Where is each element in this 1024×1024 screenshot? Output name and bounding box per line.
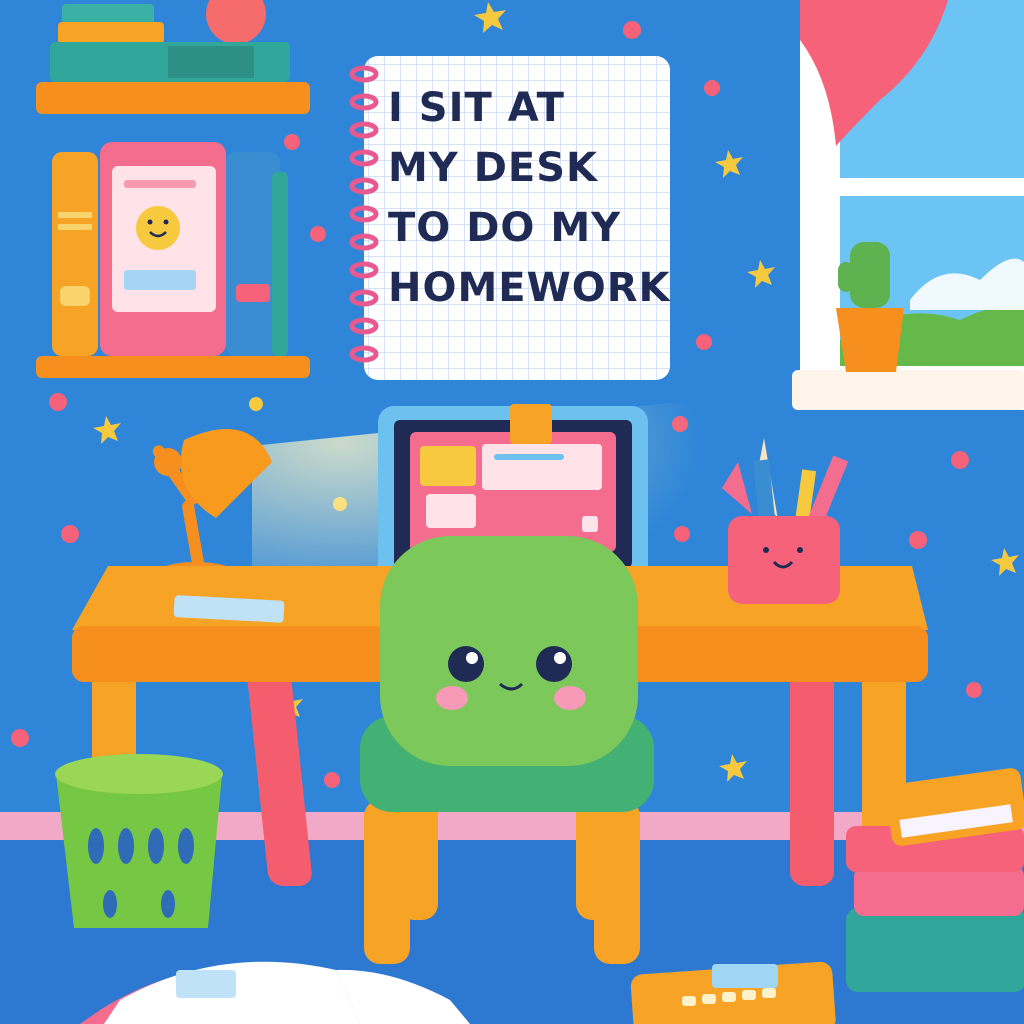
trash-bin: [55, 754, 223, 928]
notepad-caption: I SIT AT MY DESK TO DO MY HOMEWORK: [388, 78, 671, 318]
plant-pot: [836, 308, 904, 372]
chair-eye: [448, 646, 484, 682]
window-sill: [792, 370, 1024, 410]
chair-eye: [536, 646, 572, 682]
middle-shelf: [36, 142, 310, 378]
chair-back: [380, 536, 638, 766]
cactus: [850, 242, 890, 308]
book: [52, 152, 98, 356]
book: [272, 172, 288, 356]
illustration: I SIT AT MY DESK TO DO MY HOMEWORK: [0, 0, 1024, 1024]
smiley-face-icon: [136, 206, 180, 250]
notepad-line: HOMEWORK: [388, 265, 671, 311]
notepad-line: MY DESK: [388, 145, 599, 191]
window: [792, 0, 1024, 410]
notepad-line: I SIT AT: [388, 85, 565, 131]
desk-leg: [790, 660, 834, 886]
book: [226, 152, 280, 356]
shelf-board: [36, 356, 310, 378]
notepad-line: TO DO MY: [388, 205, 622, 251]
shelf-board: [36, 82, 310, 114]
